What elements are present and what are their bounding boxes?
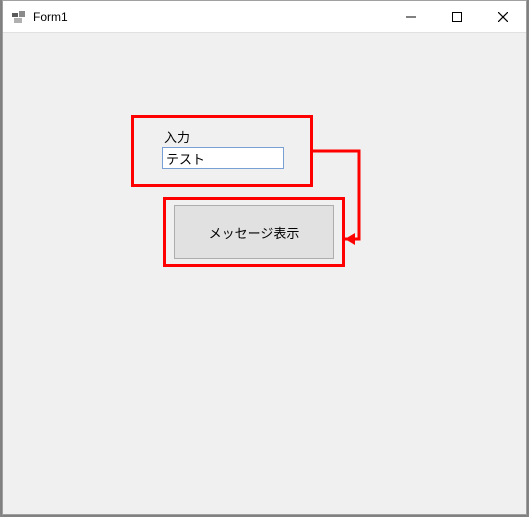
minimize-icon (406, 12, 416, 22)
maximize-icon (452, 12, 462, 22)
titlebar: Form1 (3, 1, 526, 33)
close-icon (498, 12, 508, 22)
application-window: Form1 入力 メッセージ表示 (2, 0, 527, 515)
show-message-button[interactable]: メッセージ表示 (174, 205, 334, 259)
client-area: 入力 メッセージ表示 (3, 33, 526, 514)
close-button[interactable] (480, 1, 526, 32)
maximize-button[interactable] (434, 1, 480, 32)
input-label: 入力 (164, 127, 190, 146)
minimize-button[interactable] (388, 1, 434, 32)
window-title: Form1 (33, 10, 68, 24)
app-icon (11, 9, 27, 25)
text-input[interactable] (162, 147, 284, 169)
titlebar-left: Form1 (3, 9, 68, 25)
titlebar-controls (388, 1, 526, 32)
